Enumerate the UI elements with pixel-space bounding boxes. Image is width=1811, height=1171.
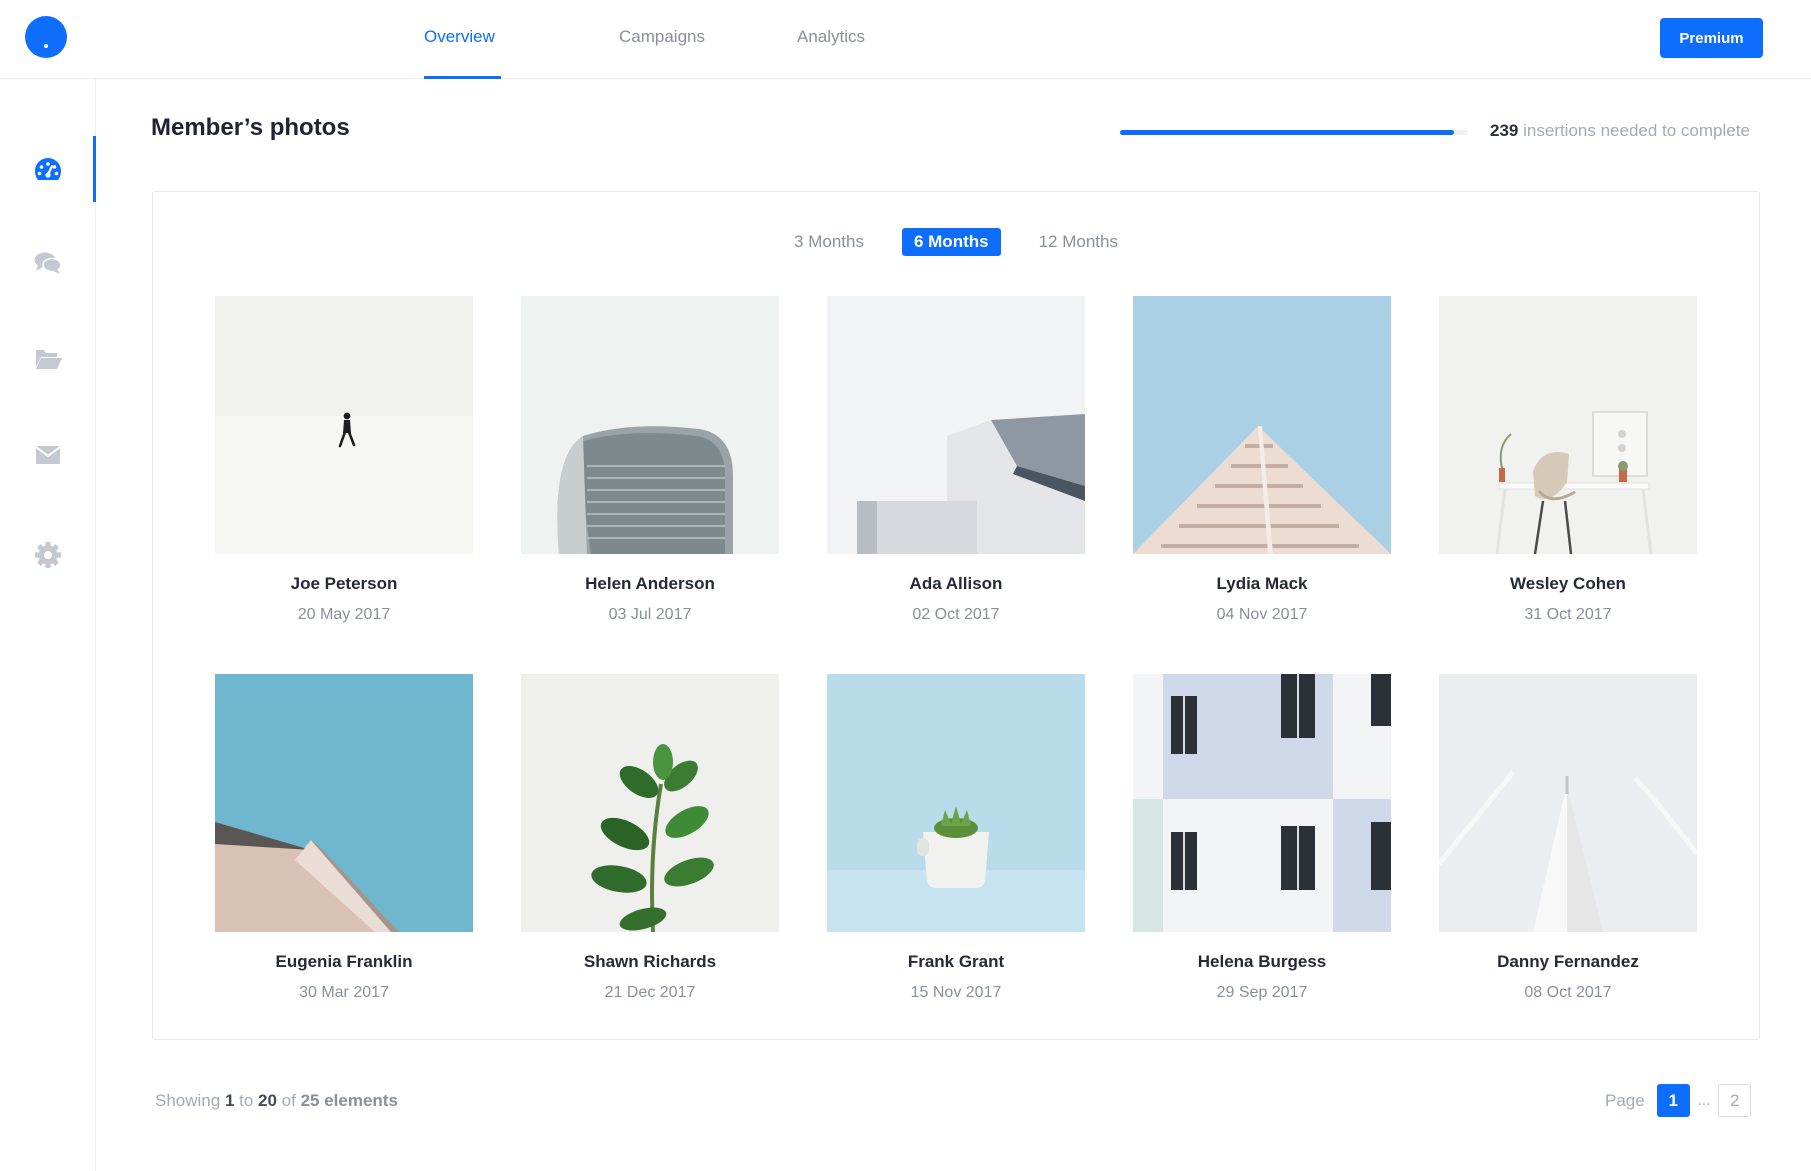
pagination: Page 1 ... 2	[1605, 1084, 1752, 1117]
sidebar	[0, 79, 96, 1171]
sidebar-item-messages[interactable]	[0, 230, 95, 296]
photo-card[interactable]: Helen Anderson 03 Jul 2017	[521, 296, 779, 624]
page-title: Member’s photos	[151, 114, 350, 141]
photo-card[interactable]: Eugenia Franklin 30 Mar 2017	[215, 674, 473, 1002]
showing-summary: Showing 1 to 20 of 25 elements	[155, 1091, 398, 1111]
folder-open-icon	[35, 350, 62, 369]
member-photo[interactable]	[1133, 296, 1391, 554]
member-name: Eugenia Franklin	[275, 952, 413, 971]
top-bar: Overview Campaigns Analytics Premium	[0, 0, 1811, 79]
main-tabs: Overview Campaigns Analytics	[424, 0, 877, 79]
photo-card[interactable]: Helena Burgess 29 Sep 2017	[1133, 674, 1391, 1002]
tab-overview[interactable]: Overview	[424, 0, 501, 79]
member-photo[interactable]	[1439, 674, 1697, 932]
sidebar-item-mail[interactable]	[0, 422, 95, 488]
member-name: Wesley Cohen	[1510, 574, 1626, 593]
page-button-last[interactable]: 2	[1718, 1084, 1752, 1117]
photo-card[interactable]: Lydia Mack 04 Nov 2017	[1133, 296, 1391, 624]
member-photo[interactable]	[1439, 296, 1697, 554]
progress-caption: 239 insertions needed to complete	[1490, 121, 1750, 141]
sidebar-item-settings[interactable]	[0, 522, 95, 588]
photo-date: 04 Nov 2017	[1216, 606, 1308, 623]
member-name: Shawn Richards	[583, 952, 717, 971]
premium-button[interactable]: Premium	[1660, 18, 1763, 58]
member-photo[interactable]	[215, 296, 473, 554]
member-name: Helen Anderson	[585, 574, 715, 593]
member-photo[interactable]	[521, 296, 779, 554]
completion-progress-bar	[1120, 130, 1468, 135]
logo-icon[interactable]	[25, 16, 67, 58]
showing-prefix: Showing	[155, 1091, 225, 1110]
member-name: Helena Burgess	[1197, 952, 1327, 971]
photo-card[interactable]: Ada Allison 02 Oct 2017	[827, 296, 1085, 624]
page-label: Page	[1605, 1090, 1645, 1110]
member-name: Joe Peterson	[290, 574, 398, 593]
sidebar-item-dashboard[interactable]	[0, 136, 96, 202]
photo-date: 15 Nov 2017	[910, 984, 1002, 1001]
photo-card[interactable]: Shawn Richards 21 Dec 2017	[521, 674, 779, 1002]
showing-to: 20	[258, 1091, 277, 1110]
tab-analytics[interactable]: Analytics	[797, 0, 877, 79]
photo-card[interactable]: Joe Peterson 20 May 2017	[215, 296, 473, 624]
time-range-switch: 3 Months 6 Months 12 Months	[153, 228, 1759, 256]
photo-card[interactable]: Frank Grant 15 Nov 2017	[827, 674, 1085, 1002]
envelope-icon	[34, 446, 61, 464]
dashboard-gauge-icon	[34, 158, 61, 180]
photo-date: 20 May 2017	[297, 606, 391, 623]
showing-from: 1	[224, 1091, 235, 1110]
sidebar-item-files[interactable]	[0, 326, 95, 392]
range-6-months[interactable]: 6 Months	[901, 228, 1001, 256]
photos-panel: 3 Months 6 Months 12 Months Joe Peterson…	[152, 191, 1760, 1040]
page-ellipsis: ...	[1697, 1092, 1711, 1109]
member-name: Danny Fernandez	[1497, 952, 1639, 971]
showing-of-word: of	[276, 1091, 301, 1110]
insertions-count: 239	[1490, 121, 1519, 140]
photo-date: 31 Oct 2017	[1524, 606, 1612, 623]
photo-date: 21 Dec 2017	[604, 984, 696, 1001]
photo-date: 08 Oct 2017	[1524, 984, 1612, 1001]
member-photo[interactable]	[827, 296, 1085, 554]
showing-to-word: to	[234, 1091, 259, 1110]
gear-icon	[34, 542, 61, 568]
photo-date: 29 Sep 2017	[1216, 984, 1308, 1001]
insertions-text: insertions needed to complete	[1518, 121, 1750, 140]
photo-card[interactable]: Wesley Cohen 31 Oct 2017	[1439, 296, 1697, 624]
range-12-months[interactable]: 12 Months	[1027, 228, 1130, 256]
member-photo[interactable]	[215, 674, 473, 932]
member-name: Lydia Mack	[1216, 574, 1308, 593]
range-3-months[interactable]: 3 Months	[782, 228, 876, 256]
photo-date: 03 Jul 2017	[608, 606, 692, 623]
member-name: Frank Grant	[907, 952, 1005, 971]
progress-fill	[1120, 130, 1455, 135]
member-photo[interactable]	[521, 674, 779, 932]
photo-grid: Joe Peterson 20 May 2017 Helen Anderson …	[215, 296, 1697, 1002]
showing-total: 25 elements	[300, 1091, 398, 1110]
member-photo[interactable]	[1133, 674, 1391, 932]
tab-campaigns[interactable]: Campaigns	[619, 0, 719, 79]
photo-card[interactable]: Danny Fernandez 08 Oct 2017	[1439, 674, 1697, 1002]
photo-date: 30 Mar 2017	[299, 984, 389, 1001]
member-name: Ada Allison	[909, 574, 1003, 593]
page-button-current[interactable]: 1	[1656, 1084, 1690, 1117]
member-photo[interactable]	[827, 674, 1085, 932]
photo-date: 02 Oct 2017	[912, 606, 1000, 623]
chat-bubbles-icon	[34, 252, 62, 274]
